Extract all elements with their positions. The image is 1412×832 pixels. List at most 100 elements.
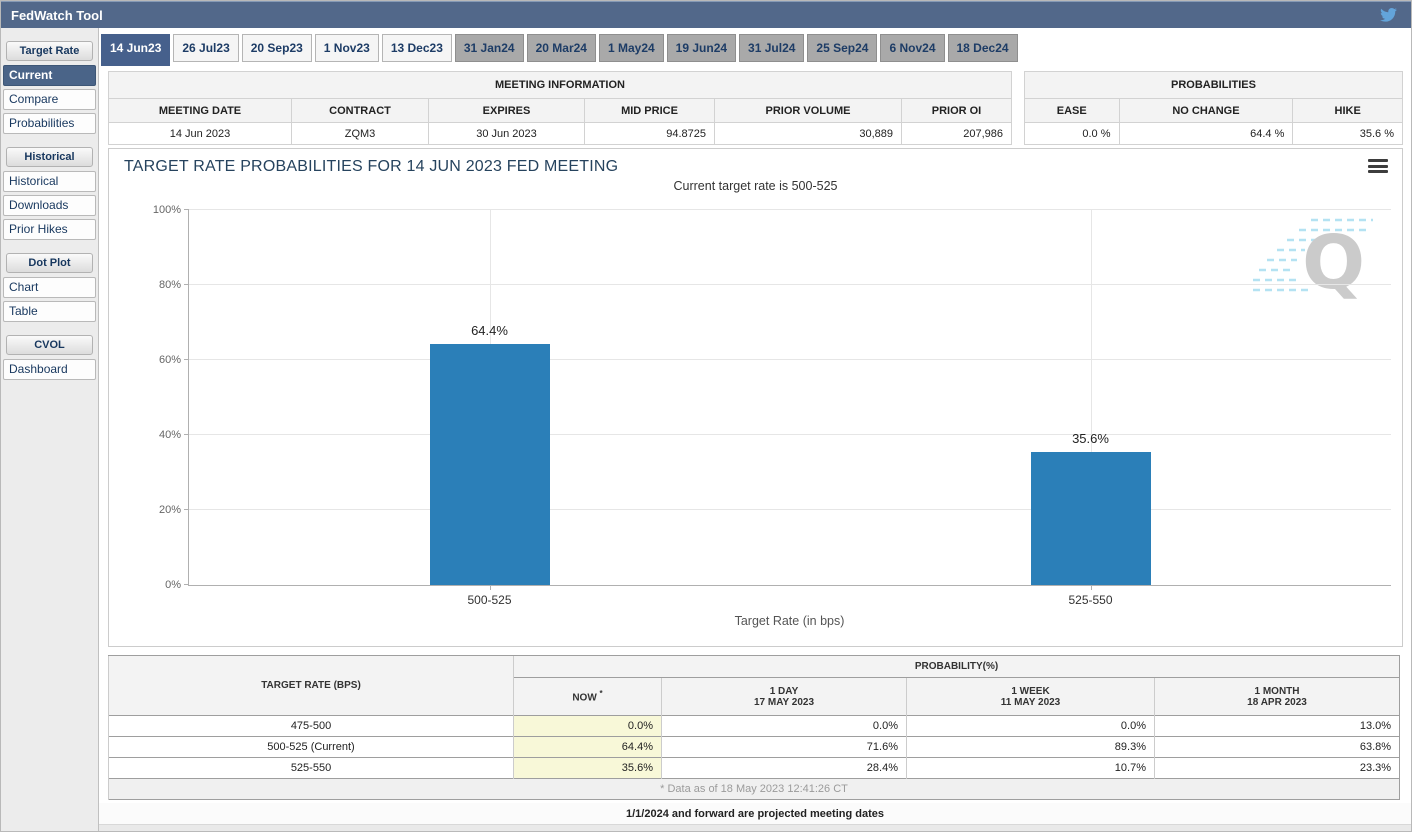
gridline <box>189 209 1391 210</box>
gridline <box>189 434 1391 435</box>
x-tick-mark <box>1091 585 1092 590</box>
sidebar-item-table[interactable]: Table <box>3 301 96 322</box>
chart-header: TARGET RATE PROBABILITIES FOR 14 JUN 202… <box>109 149 1402 176</box>
sidebar-header-dot-plot: Dot Plot <box>6 253 93 273</box>
sidebar-item-dashboard[interactable]: Dashboard <box>3 359 96 380</box>
quikstrike-watermark-logo: Q <box>1253 212 1383 304</box>
y-tick-mark <box>184 359 189 360</box>
x-category-label: 525-550 <box>1068 593 1112 607</box>
meeting-date-tabs: 14 Jun23 26 Jul23 20 Sep23 1 Nov23 13 De… <box>101 34 1411 67</box>
hike-value: 35.6 % <box>1293 123 1403 145</box>
mid-price-value: 94.8725 <box>585 123 715 145</box>
y-tick-label: 40% <box>159 429 181 441</box>
col-mid-price: MID PRICE <box>585 99 715 123</box>
chart-title: TARGET RATE PROBABILITIES FOR 14 JUN 202… <box>124 158 618 176</box>
x-tick-mark <box>490 585 491 590</box>
probabilities-title: PROBABILITIES <box>1025 72 1403 99</box>
probability-pct-header: PROBABILITY(%) <box>514 656 1400 678</box>
table-row-500-525-current: 500-525 (Current) 64.4% 71.6% 89.3% 63.8… <box>109 737 1400 758</box>
sidebar-item-probabilities[interactable]: Probabilities <box>3 113 96 134</box>
sidebar-item-current[interactable]: Current <box>3 65 96 86</box>
projected-meetings-note: 1/1/2024 and forward are projected meeti… <box>99 803 1411 825</box>
tab-31-jan24[interactable]: 31 Jan24 <box>455 34 524 62</box>
meeting-info-title: MEETING INFORMATION <box>109 72 1012 99</box>
col-expires: EXPIRES <box>429 99 585 123</box>
info-row: MEETING INFORMATION MEETING DATE CONTRAC… <box>108 71 1403 145</box>
prior-volume-value: 30,889 <box>715 123 902 145</box>
bar-value-label: 64.4% <box>471 323 508 338</box>
one-week-column-header: 1 WEEK11 MAY 2023 <box>907 678 1155 716</box>
sidebar-item-compare[interactable]: Compare <box>3 89 96 110</box>
tab-14-jun23[interactable]: 14 Jun23 <box>101 34 170 66</box>
sidebar-header-historical: Historical <box>6 147 93 167</box>
sidebar-item-prior-hikes[interactable]: Prior Hikes <box>3 219 96 240</box>
y-tick-mark <box>184 284 189 285</box>
y-tick-mark <box>184 434 189 435</box>
app-title: FedWatch Tool <box>11 8 103 23</box>
y-tick-label: 60% <box>159 354 181 366</box>
y-tick-label: 0% <box>165 579 181 591</box>
table-row-475-500: 475-500 0.0% 0.0% 0.0% 13.0% <box>109 716 1400 737</box>
table-row-525-550: 525-550 35.6% 28.4% 10.7% 23.3% <box>109 758 1400 779</box>
col-prior-volume: PRIOR VOLUME <box>715 99 902 123</box>
target-rate-bps-header: TARGET RATE (BPS) <box>109 656 514 716</box>
chart-subtitle: Current target rate is 500-525 <box>109 179 1402 193</box>
now-column-header: NOW * <box>514 678 662 716</box>
sidebar-item-historical[interactable]: Historical <box>3 171 96 192</box>
bar-value-label: 35.6% <box>1072 431 1109 446</box>
tab-25-sep24[interactable]: 25 Sep24 <box>807 34 877 62</box>
twitter-icon[interactable] <box>1377 6 1399 24</box>
sidebar-section-cvol: CVOL Dashboard <box>1 335 98 380</box>
sidebar: Target Rate Current Compare Probabilitie… <box>1 28 98 831</box>
sidebar-section-historical: Historical Historical Downloads Prior Hi… <box>1 147 98 240</box>
probabilities-summary-table: PROBABILITIES EASE NO CHANGE HIKE 0.0 % … <box>1024 71 1403 145</box>
titlebar: FedWatch Tool <box>1 1 1411 28</box>
col-meeting-date: MEETING DATE <box>109 99 292 123</box>
tab-20-sep23[interactable]: 20 Sep23 <box>242 34 312 62</box>
col-no-change: NO CHANGE <box>1119 99 1293 123</box>
y-tick-label: 100% <box>153 204 181 216</box>
bar-500-525 <box>430 344 550 586</box>
sidebar-header-target-rate: Target Rate <box>6 41 93 61</box>
x-category-label: 500-525 <box>467 593 511 607</box>
sidebar-section-dot-plot: Dot Plot Chart Table <box>1 253 98 322</box>
col-ease: EASE <box>1025 99 1120 123</box>
main-layout: Target Rate Current Compare Probabilitie… <box>1 28 1411 831</box>
tab-1-may24[interactable]: 1 May24 <box>599 34 664 62</box>
data-as-of-footnote: * Data as of 18 May 2023 12:41:26 CT <box>109 779 1400 800</box>
col-hike: HIKE <box>1293 99 1403 123</box>
bottom-filler <box>99 825 1411 831</box>
sidebar-section-target-rate: Target Rate Current Compare Probabilitie… <box>1 41 98 134</box>
gridline <box>189 509 1391 510</box>
content-area: 14 Jun23 26 Jul23 20 Sep23 1 Nov23 13 De… <box>98 28 1411 831</box>
tab-31-jul24[interactable]: 31 Jul24 <box>739 34 804 62</box>
tab-19-jun24[interactable]: 19 Jun24 <box>667 34 736 62</box>
expires-value: 30 Jun 2023 <box>429 123 585 145</box>
y-tick-mark <box>184 209 189 210</box>
gridline <box>189 359 1391 360</box>
y-tick-label: 20% <box>159 504 181 516</box>
tab-20-mar24[interactable]: 20 Mar24 <box>527 34 596 62</box>
sidebar-item-downloads[interactable]: Downloads <box>3 195 96 216</box>
hamburger-menu-icon[interactable] <box>1368 158 1388 174</box>
y-tick-mark <box>184 584 189 585</box>
tab-1-nov23[interactable]: 1 Nov23 <box>315 34 379 62</box>
prior-oi-value: 207,986 <box>902 123 1012 145</box>
tab-6-nov24[interactable]: 6 Nov24 <box>880 34 944 62</box>
ease-value: 0.0 % <box>1025 123 1120 145</box>
tab-18-dec24[interactable]: 18 Dec24 <box>948 34 1018 62</box>
no-change-value: 64.4 % <box>1119 123 1293 145</box>
y-tick-mark <box>184 509 189 510</box>
sidebar-item-chart[interactable]: Chart <box>3 277 96 298</box>
tab-26-jul23[interactable]: 26 Jul23 <box>173 34 238 62</box>
col-contract: CONTRACT <box>292 99 429 123</box>
plot-area: Q 0%20%40%60%80%100%64.4%500-52535.6%525… <box>188 210 1391 586</box>
chart-canvas: Probability <box>110 210 1401 628</box>
bar-525-550 <box>1031 452 1151 585</box>
tab-13-dec23[interactable]: 13 Dec23 <box>382 34 452 62</box>
sidebar-header-cvol: CVOL <box>6 335 93 355</box>
meeting-date-value: 14 Jun 2023 <box>109 123 292 145</box>
meeting-information-table: MEETING INFORMATION MEETING DATE CONTRAC… <box>108 71 1012 145</box>
one-day-column-header: 1 DAY17 MAY 2023 <box>662 678 907 716</box>
y-tick-label: 80% <box>159 279 181 291</box>
